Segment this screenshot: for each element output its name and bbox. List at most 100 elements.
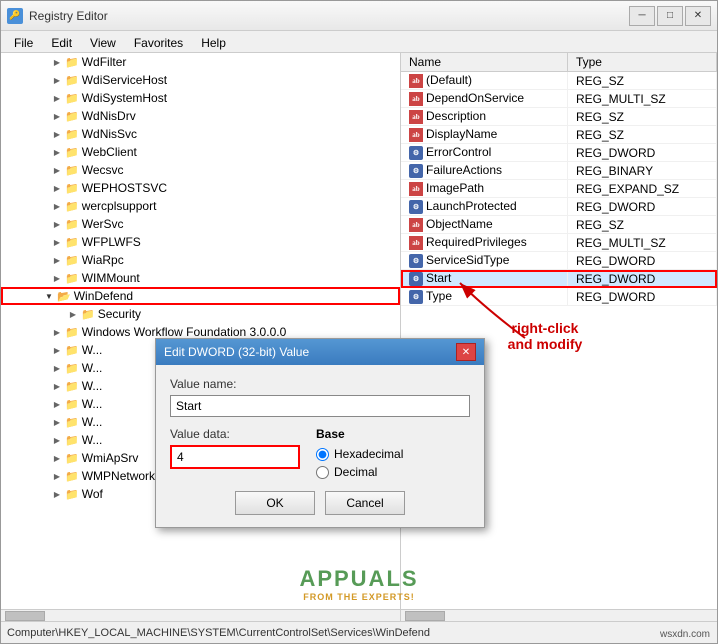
expand-icon: ▶ bbox=[49, 400, 65, 409]
status-bar: Computer\HKEY_LOCAL_MACHINE\SYSTEM\Curre… bbox=[1, 621, 717, 643]
folder-icon: 📁 bbox=[65, 470, 79, 483]
table-row-start[interactable]: ⚙Start REG_DWORD bbox=[401, 270, 717, 288]
tree-item-wephostsvc[interactable]: ▶ 📁 WEPHOSTSVC bbox=[1, 179, 400, 197]
folder-icon: 📁 bbox=[65, 146, 79, 159]
folder-icon: 📁 bbox=[65, 200, 79, 213]
value-data-section: Value data: bbox=[170, 427, 300, 479]
tree-item-wecsvc[interactable]: ▶ 📁 Wecsvc bbox=[1, 161, 400, 179]
table-row[interactable]: abObjectName REG_SZ bbox=[401, 216, 717, 234]
expand-icon: ▶ bbox=[49, 472, 65, 481]
tree-item-wdnisdrv[interactable]: ▶ 📁 WdNisDrv bbox=[1, 107, 400, 125]
decimal-radio-label[interactable]: Decimal bbox=[316, 465, 403, 479]
row-type: REG_SZ bbox=[567, 126, 716, 144]
dialog-title: Edit DWORD (32-bit) Value bbox=[164, 345, 309, 359]
maximize-button[interactable]: □ bbox=[657, 6, 683, 26]
title-bar: 🔑 Registry Editor ─ □ ✕ bbox=[1, 1, 717, 31]
tree-label: WIMMount bbox=[82, 271, 140, 285]
folder-icon: 📁 bbox=[65, 398, 79, 411]
row-type: REG_DWORD bbox=[567, 144, 716, 162]
col-type: Type bbox=[567, 53, 716, 72]
tree-label: Wecsvc bbox=[82, 163, 124, 177]
row-name: abDescription bbox=[401, 108, 567, 126]
menu-view[interactable]: View bbox=[81, 33, 125, 50]
folder-icon: 📁 bbox=[65, 380, 79, 393]
edit-dword-dialog: Edit DWORD (32-bit) Value ✕ Value name: … bbox=[155, 338, 485, 528]
reg-icon-gear: ⚙ bbox=[409, 290, 423, 304]
tree-label: Wof bbox=[82, 487, 103, 501]
tree-item-wdiservicehost[interactable]: ▶ 📁 WdiServiceHost bbox=[1, 71, 400, 89]
reg-icon-gear: ⚙ bbox=[409, 272, 423, 286]
reg-icon-ab: ab bbox=[409, 218, 423, 232]
menu-edit[interactable]: Edit bbox=[42, 33, 81, 50]
value-data-label: Value data: bbox=[170, 427, 300, 441]
row-name: ⚙FailureActions bbox=[401, 162, 567, 180]
cancel-button[interactable]: Cancel bbox=[325, 491, 405, 515]
tree-label: WmiApSrv bbox=[82, 451, 139, 465]
tree-hscroll[interactable] bbox=[1, 609, 401, 621]
tree-item-wdfilter[interactable]: ▶ 📁 WdFilter bbox=[1, 53, 400, 71]
table-row[interactable]: ⚙LaunchProtected REG_DWORD bbox=[401, 198, 717, 216]
table-row[interactable]: ⚙ErrorControl REG_DWORD bbox=[401, 144, 717, 162]
tree-item-wersvc[interactable]: ▶ 📁 WerSvc bbox=[1, 215, 400, 233]
base-label: Base bbox=[316, 427, 403, 441]
tree-item-wimmount[interactable]: ▶ 📁 WIMMount bbox=[1, 269, 400, 287]
folder-icon: 📁 bbox=[81, 308, 95, 321]
folder-icon: 📁 bbox=[65, 254, 79, 267]
table-row[interactable]: abRequiredPrivileges REG_MULTI_SZ bbox=[401, 234, 717, 252]
tree-item-wdisystemhost[interactable]: ▶ 📁 WdiSystemHost bbox=[1, 89, 400, 107]
hexadecimal-radio[interactable] bbox=[316, 448, 329, 461]
row-type: REG_DWORD bbox=[567, 288, 716, 306]
table-row[interactable]: ⚙ServiceSidType REG_DWORD bbox=[401, 252, 717, 270]
tree-item-wiarpc[interactable]: ▶ 📁 WiaRpc bbox=[1, 251, 400, 269]
folder-icon: 📁 bbox=[65, 56, 79, 69]
tree-item-wfplwfs[interactable]: ▶ 📁 WFPLWFS bbox=[1, 233, 400, 251]
hexadecimal-radio-label[interactable]: Hexadecimal bbox=[316, 447, 403, 461]
row-name: abDisplayName bbox=[401, 126, 567, 144]
table-row[interactable]: abImagePath REG_EXPAND_SZ bbox=[401, 180, 717, 198]
decimal-radio[interactable] bbox=[316, 466, 329, 479]
table-row[interactable]: abDependOnService REG_MULTI_SZ bbox=[401, 90, 717, 108]
tree-label: WdFilter bbox=[82, 55, 127, 69]
menu-bar: File Edit View Favorites Help bbox=[1, 31, 717, 53]
row-type: REG_SZ bbox=[567, 216, 716, 234]
reg-icon-gear: ⚙ bbox=[409, 200, 423, 214]
dialog-close-button[interactable]: ✕ bbox=[456, 343, 476, 361]
tree-item-security[interactable]: ▶ 📁 Security bbox=[1, 305, 400, 323]
tree-label: W... bbox=[82, 415, 103, 429]
tree-item-wercplsupport[interactable]: ▶ 📁 wercplsupport bbox=[1, 197, 400, 215]
expand-icon: ▶ bbox=[49, 58, 65, 67]
table-row[interactable]: abDescription REG_SZ bbox=[401, 108, 717, 126]
value-name-input[interactable] bbox=[170, 395, 470, 417]
menu-favorites[interactable]: Favorites bbox=[125, 33, 192, 50]
expand-icon: ▶ bbox=[49, 490, 65, 499]
tree-item-windefend[interactable]: ▼ 📂 WinDefend bbox=[1, 287, 400, 305]
row-name: ⚙LaunchProtected bbox=[401, 198, 567, 216]
table-row[interactable]: ⚙Type REG_DWORD bbox=[401, 288, 717, 306]
values-hscroll[interactable] bbox=[401, 609, 717, 621]
table-row[interactable]: abDisplayName REG_SZ bbox=[401, 126, 717, 144]
expand-icon: ▶ bbox=[49, 436, 65, 445]
tree-hscroll-thumb bbox=[5, 611, 45, 621]
app-icon: 🔑 bbox=[7, 8, 23, 24]
folder-icon: 📁 bbox=[65, 272, 79, 285]
value-name-label: Value name: bbox=[170, 377, 470, 391]
tree-label: WebClient bbox=[82, 145, 137, 159]
close-button[interactable]: ✕ bbox=[685, 6, 711, 26]
value-data-input[interactable] bbox=[170, 445, 300, 469]
tree-item-webclient[interactable]: ▶ 📁 WebClient bbox=[1, 143, 400, 161]
reg-icon-gear: ⚙ bbox=[409, 164, 423, 178]
reg-icon-ab: ab bbox=[409, 110, 423, 124]
reg-icon-ab: ab bbox=[409, 128, 423, 142]
menu-help[interactable]: Help bbox=[192, 33, 235, 50]
ok-button[interactable]: OK bbox=[235, 491, 315, 515]
menu-file[interactable]: File bbox=[5, 33, 42, 50]
expand-icon: ▶ bbox=[49, 238, 65, 247]
window-title: Registry Editor bbox=[29, 9, 108, 23]
folder-icon: 📁 bbox=[65, 434, 79, 447]
table-row[interactable]: ab(Default) REG_SZ bbox=[401, 72, 717, 90]
tree-item-wdnissvc[interactable]: ▶ 📁 WdNisSvc bbox=[1, 125, 400, 143]
table-row[interactable]: ⚙FailureActions REG_BINARY bbox=[401, 162, 717, 180]
hexadecimal-label: Hexadecimal bbox=[334, 447, 403, 461]
row-name: ab(Default) bbox=[401, 72, 567, 90]
minimize-button[interactable]: ─ bbox=[629, 6, 655, 26]
